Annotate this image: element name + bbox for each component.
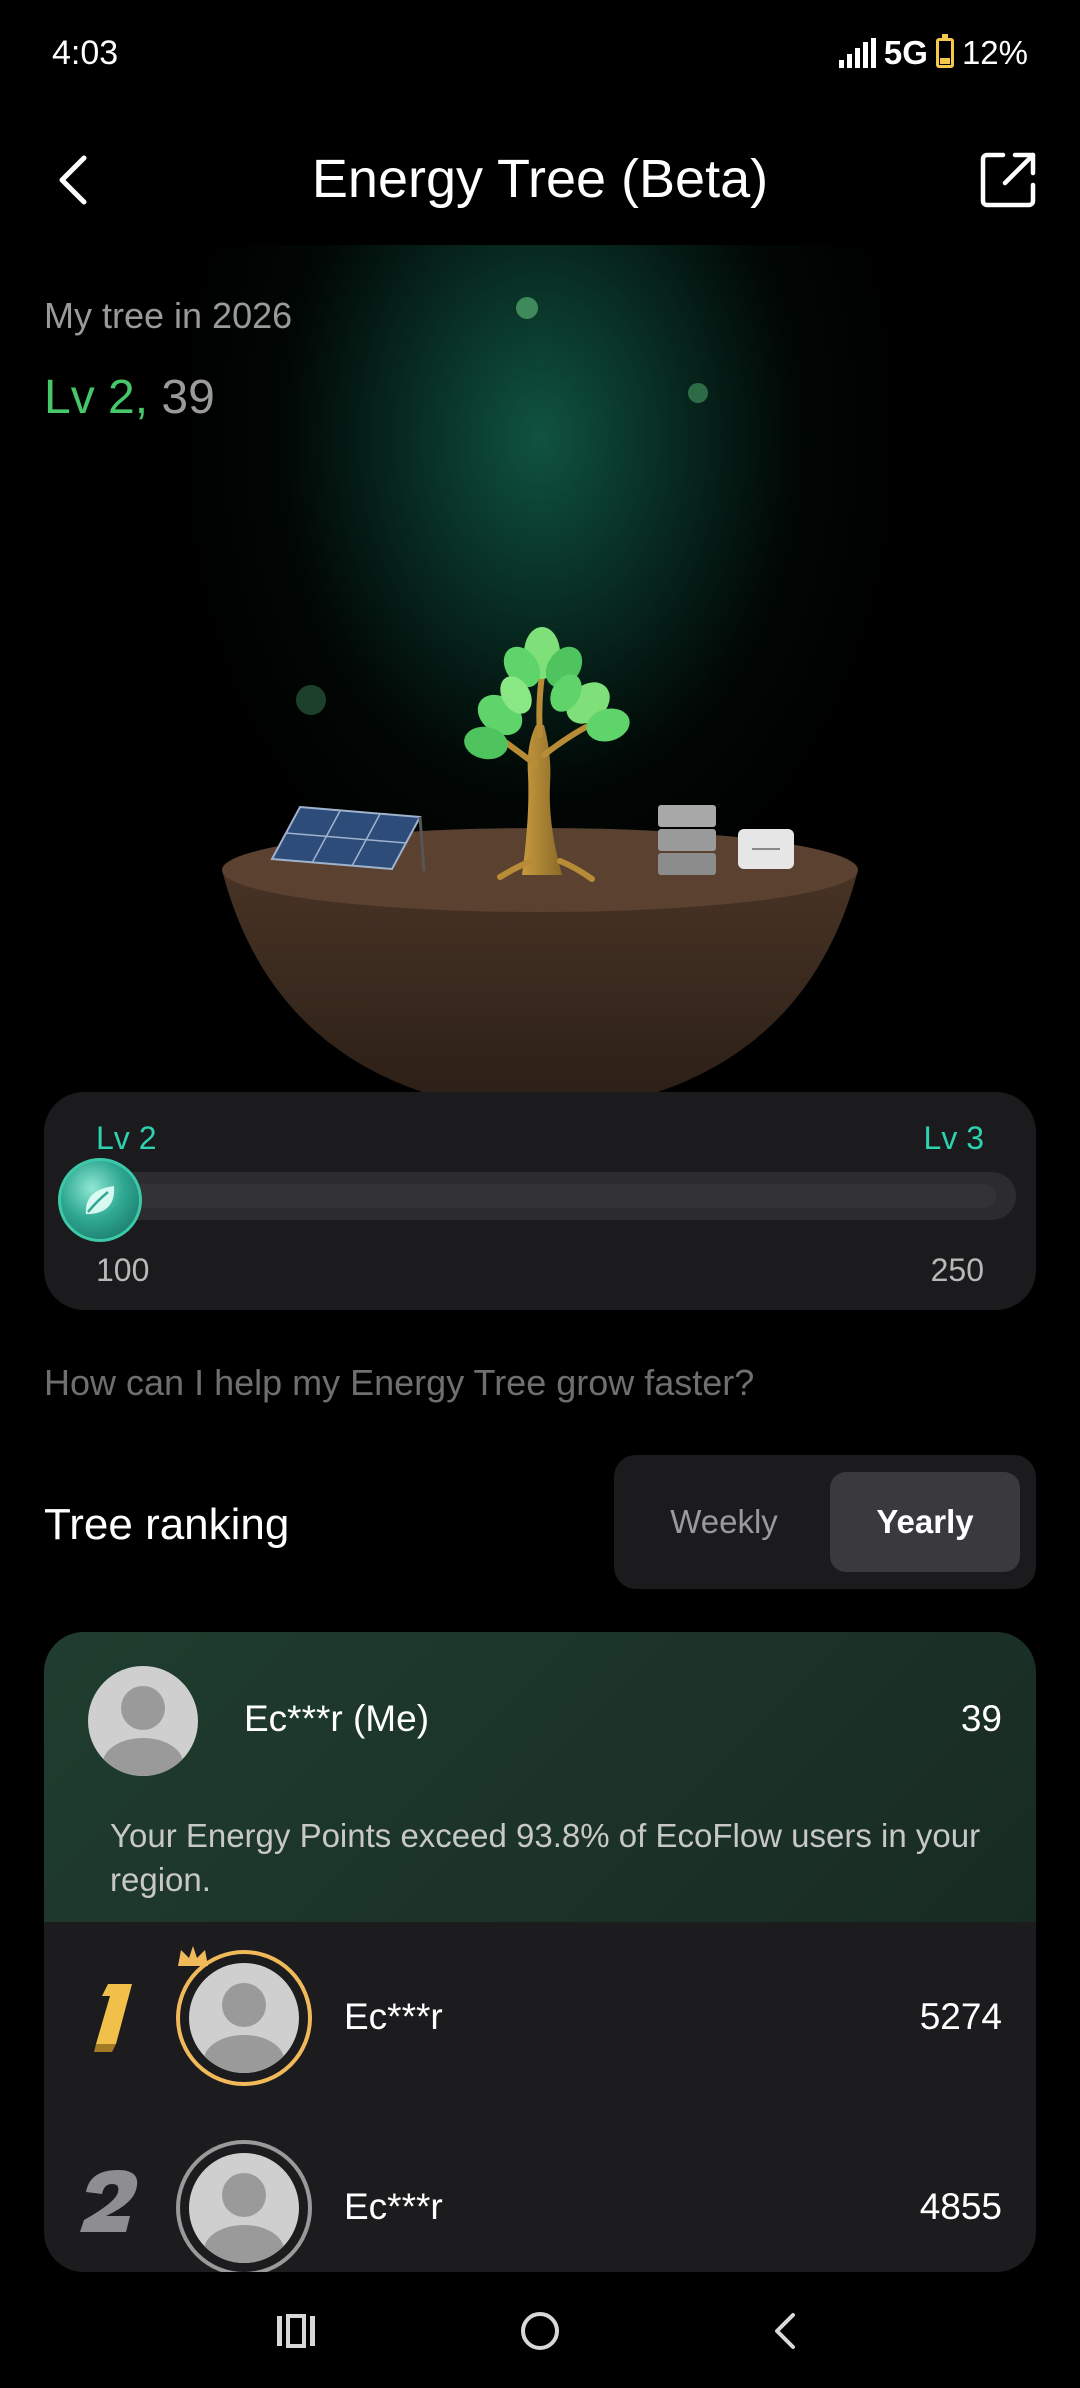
level-max-value: 250 — [930, 1252, 984, 1288]
leaf-badge — [58, 1158, 142, 1242]
ranking-title: Tree ranking — [44, 1500, 290, 1549]
recents-button[interactable] — [256, 2296, 336, 2366]
ranking-period-toggle: Weekly Yearly — [614, 1455, 1036, 1589]
leaf-icon — [85, 1186, 115, 1214]
avatar — [189, 1963, 299, 2073]
rank-2-icon — [80, 2170, 138, 2232]
recents-icon — [277, 2314, 315, 2348]
battery-icon — [935, 34, 954, 68]
table-row[interactable]: Ec***r 4855 — [44, 2112, 1036, 2272]
my-name: Ec***r (Me) — [244, 1698, 430, 1739]
next-level-label: Lv 3 — [923, 1120, 984, 1156]
tree-points: 39 — [161, 371, 215, 424]
tree-level-label: Lv 2, — [44, 371, 149, 424]
rank-1-icon — [94, 1984, 132, 2052]
progress-track — [64, 1172, 1016, 1220]
battery-label: 12% — [961, 34, 1028, 71]
grow-faster-link[interactable]: How can I help my Energy Tree grow faste… — [44, 1362, 754, 1404]
network-label: 5G — [883, 34, 928, 71]
header: Energy Tree (Beta) — [0, 130, 1080, 230]
light-particle — [516, 297, 538, 319]
current-level-label: Lv 2 — [96, 1120, 157, 1156]
avatar-ring — [176, 1950, 312, 2086]
nav-back-icon — [775, 2313, 795, 2349]
level-min-value: 100 — [96, 1252, 150, 1288]
status-time: 4:03 — [52, 34, 119, 72]
level-progress-card: Lv 2 Lv 3 100 250 — [44, 1092, 1036, 1310]
home-icon — [521, 2312, 559, 2350]
rank-name: Ec***r — [344, 1996, 443, 2037]
external-share-icon — [980, 152, 1036, 208]
avatar — [189, 2153, 299, 2263]
rank-name: Ec***r — [344, 2186, 443, 2227]
percentile-note: Your Energy Points exceed 93.8% of EcoFl… — [110, 1817, 981, 1898]
battery-stack — [658, 805, 716, 875]
avatar — [88, 1666, 198, 1776]
status-bar: 4:03 5G 12% — [0, 0, 1080, 110]
signal-icon — [838, 38, 876, 68]
system-back-button[interactable] — [744, 2296, 824, 2366]
rank-points: 5274 — [919, 1996, 1002, 2037]
home-button[interactable] — [500, 2296, 580, 2366]
table-row[interactable]: Ec***r 5274 — [44, 1922, 1036, 2112]
tab-yearly[interactable]: Yearly — [830, 1472, 1020, 1572]
share-button[interactable] — [972, 144, 1044, 216]
light-particle — [688, 383, 708, 403]
ranking-list: Ec***r (Me) 39 Your Energy Points exceed… — [44, 1632, 1036, 2272]
tree-year-label: My tree in 2026 — [44, 295, 293, 336]
progress-track-inner — [84, 1184, 996, 1208]
tree-hero: My tree in 2026 Lv 2, 39 — [0, 245, 1080, 1115]
rank-points: 4855 — [919, 2186, 1002, 2227]
system-nav-bar — [0, 2272, 1080, 2388]
page-title: Energy Tree (Beta) — [311, 149, 769, 209]
avatar-ring — [176, 2140, 312, 2272]
crown-icon — [178, 1946, 208, 1966]
tab-weekly[interactable]: Weekly — [630, 1472, 818, 1572]
my-points: 39 — [960, 1698, 1002, 1739]
my-rank-panel[interactable]: Ec***r (Me) 39 Your Energy Points exceed… — [44, 1632, 1036, 1922]
status-indicators: 5G 12% — [838, 34, 1028, 72]
tree-level: Lv 2, 39 — [44, 370, 215, 425]
